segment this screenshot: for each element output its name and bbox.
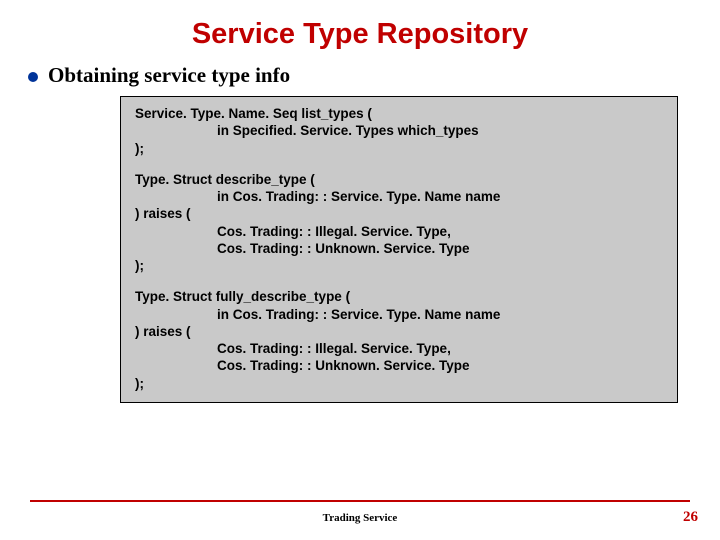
code-signature-fully-describe-type: Type. Struct fully_describe_type ( in Co… (135, 288, 663, 392)
footer-label: Trading Service (0, 512, 720, 524)
code-line: Cos. Trading: : Unknown. Service. Type (135, 357, 663, 374)
code-line: Cos. Trading: : Illegal. Service. Type, (135, 223, 663, 240)
code-line: ); (135, 141, 144, 156)
code-line: ) raises ( (135, 324, 191, 339)
divider (30, 500, 690, 502)
code-block: Service. Type. Name. Seq list_types ( in… (120, 96, 678, 403)
bullet-text: Obtaining service type info (48, 63, 290, 88)
code-signature-list-types: Service. Type. Name. Seq list_types ( in… (135, 105, 663, 157)
bullet-item: Obtaining service type info (28, 63, 690, 88)
page-number: 26 (683, 509, 698, 526)
code-line: in Cos. Trading: : Service. Type. Name n… (135, 188, 663, 205)
bullet-dot-icon (28, 72, 38, 82)
page-title: Service Type Repository (30, 18, 690, 51)
code-line: in Specified. Service. Types which_types (135, 122, 663, 139)
code-signature-describe-type: Type. Struct describe_type ( in Cos. Tra… (135, 171, 663, 275)
code-line: Cos. Trading: : Unknown. Service. Type (135, 240, 663, 257)
code-line: ); (135, 258, 144, 273)
code-line: ); (135, 376, 144, 391)
code-line: in Cos. Trading: : Service. Type. Name n… (135, 306, 663, 323)
slide: Service Type Repository Obtaining servic… (0, 0, 720, 540)
code-line: ) raises ( (135, 206, 191, 221)
code-line: Cos. Trading: : Illegal. Service. Type, (135, 340, 663, 357)
code-line: Service. Type. Name. Seq list_types ( (135, 106, 372, 121)
code-line: Type. Struct describe_type ( (135, 172, 315, 187)
code-line: Type. Struct fully_describe_type ( (135, 289, 350, 304)
